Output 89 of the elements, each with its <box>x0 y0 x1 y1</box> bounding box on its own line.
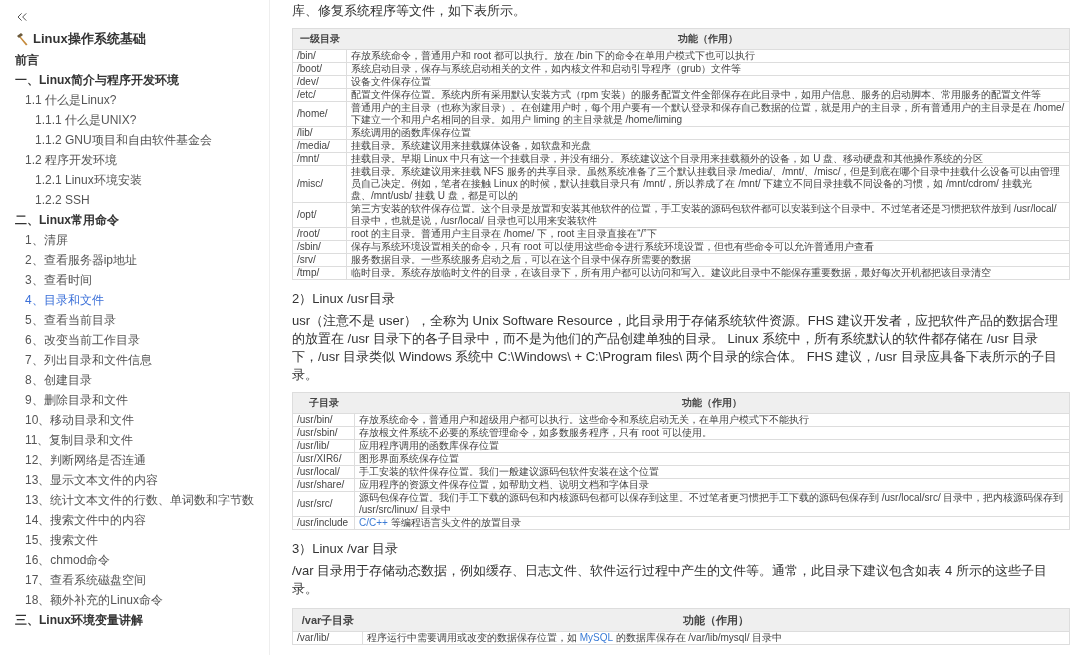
toc-item[interactable]: 5、查看当前目录 <box>0 310 269 330</box>
toc-item[interactable]: 1.2.1 Linux环境安装 <box>0 170 269 190</box>
table-cell-text: 应用程序调用的函数库保存位置 <box>359 440 499 451</box>
toc-item[interactable]: 9、删除目录和文件 <box>0 390 269 410</box>
toc-item[interactable]: 1.2 程序开发环境 <box>0 150 269 170</box>
table-cell-text: 设备文件保存位置 <box>351 76 431 87</box>
column-header: 一级目录 <box>299 33 341 45</box>
table-cell-text: 临时目录。系统存放临时文件的目录，在该目录下，所有用户都可以访问和写入。建议此目录中不能保存重要数据，最好每次开机都把该目录清空 <box>351 267 991 278</box>
toc-item[interactable]: 11、复制目录和文件 <box>0 430 269 450</box>
table-cell-text: 挂载目录。早期 Linux 中只有这一个挂载目录，并没有细分。系统建议这个目录用来挂载额外的设备，如 U 盘、移动硬盘和其他操作系统的分区 <box>351 153 984 164</box>
table-cell-text: /lib/ <box>297 127 313 139</box>
column-header: /var子目录 <box>300 614 356 626</box>
table-cell-text: /boot/ <box>297 63 323 75</box>
table-cell-text: /misc/ <box>297 178 324 190</box>
table-cell-text: 存放系统命令，普通用户和 root 都可以执行。放在 /bin 下的命令在单用户模式下也可以执行 <box>351 50 756 61</box>
table-cell-text: 存放系统命令，普通用户和超级用户都可以执行。这些命令和系统启动无关，在单用户模式下不能执行 <box>359 414 809 425</box>
toc-item[interactable]: 13、显示文本文件的内容 <box>0 470 269 490</box>
column-header: 功能（作用） <box>682 614 750 626</box>
table-cell-text: 程序运行中需要调用或改变的数据保存位置，如 MySQL 的数据库保存在 /var/lib/mysql/ 目录中 <box>367 632 783 643</box>
table-cell-text: /usr/sbin/ <box>297 427 338 439</box>
toc-item[interactable]: 1.1.2 GNU项目和自由软件基金会 <box>0 130 269 150</box>
table-cell-text: /mnt/ <box>297 153 320 165</box>
table-cell-text: 系统调用的函数库保存位置 <box>351 127 471 138</box>
table-cell-text: /usr/include <box>297 517 349 529</box>
toc-item[interactable]: 1.1 什么是Linux? <box>0 90 269 110</box>
link[interactable]: MySQL <box>579 632 613 643</box>
table-cell-text: /sbin/ <box>297 241 321 253</box>
hammer-icon <box>15 32 29 46</box>
link[interactable]: C/C++ <box>359 517 388 528</box>
table-cell-text: /home/ <box>297 108 328 120</box>
table-cell-text: C/C++ 等编程语言头文件的放置目录 <box>359 517 521 528</box>
paragraph: 库、修复系统程序等文件，如下表所示。 <box>292 2 527 20</box>
table-cell-text: 挂载目录。系统建议用来挂载 NFS 服务的共享目录。虽然系统准备了三个默认挂载目录 /media/、/mnt/、/misc/，但是到底在哪个目录中挂载什么设备可以由管理员自己决定。例如，笔者在接触 Linux 的时候，默认挂载目录只有 /mnt/，所以养成了在 /mnt/ 下建立不同目录挂载不同设备的习惯，如 /mnt/cdrom/ 挂载光盘、/mnt/usb/ 挂载 U 盘，都是可以的 <box>351 166 1061 201</box>
table-cell-text: /opt/ <box>297 209 317 221</box>
toc-item[interactable]: 17、查看系统磁盘空间 <box>0 570 269 590</box>
toc-item[interactable]: 7、列出目录和文件信息 <box>0 350 269 370</box>
toc-item[interactable]: 1.1.1 什么是UNIX? <box>0 110 269 130</box>
toc-item[interactable]: 18、额外补充的Linux命令 <box>0 590 269 610</box>
table-cell-text: 存放根文件系统不必要的系统管理命令，如多数服务程序，只有 root 可以使用。 <box>359 427 712 438</box>
table-cell-text: /var/lib/ <box>297 632 330 644</box>
section-heading: 2）Linux /usr目录 <box>292 290 396 308</box>
toc-item[interactable]: 13、统计文本文件的行数、单词数和字节数 <box>0 490 269 510</box>
toc-item[interactable]: 8、创建目录 <box>0 370 269 390</box>
table-cell-text: /usr/bin/ <box>297 414 333 426</box>
toc-item[interactable]: 二、Linux常用命令 <box>0 210 269 230</box>
toc-item[interactable]: 1.2.2 SSH <box>0 190 269 210</box>
toc-title: Linux操作系统基础 <box>33 30 146 49</box>
column-header: 功能（作用） <box>681 397 743 409</box>
table-cell-text: /root/ <box>297 228 320 240</box>
table-cell-text: /bin/ <box>297 50 316 62</box>
toc-item[interactable]: 前言 <box>0 50 269 70</box>
column-header: 功能（作用） <box>677 33 739 45</box>
toc-item[interactable]: 14、搜索文件中的内容 <box>0 510 269 530</box>
table-cell-text: 图形界面系统保存位置 <box>359 453 459 464</box>
toc-item[interactable]: 15、搜索文件 <box>0 530 269 550</box>
table-cell-text: /dev/ <box>297 76 319 88</box>
table-cell-text: 系统启动目录，保存与系统启动相关的文件，如内核文件和启动引导程序（grub）文件等 <box>351 63 741 74</box>
table-cell-text: /usr/share/ <box>297 479 345 491</box>
toc-item[interactable]: 4、目录和文件 <box>0 290 269 310</box>
section-heading: 3）Linux /var 目录 <box>292 540 400 558</box>
table-cell-text: 普通用户的主目录（也称为家目录）。在创建用户时，每个用户要有一个默认登录和保存自己数据的位置，就是用户的主目录，所有普通用户的主目录是在 /home/ 下建立一个和用户名相同的目录。如用户 liming 的主目录就是 /home/liming <box>351 102 1065 125</box>
column-header: 子目录 <box>308 397 340 409</box>
table-cell-text: /usr/local/ <box>297 466 340 478</box>
table-cell-text: /etc/ <box>297 89 316 101</box>
table-cell-text: 挂载目录。系统建议用来挂载媒体设备，如软盘和光盘 <box>351 140 591 151</box>
toc-item[interactable]: 6、改变当前工作目录 <box>0 330 269 350</box>
paragraph: /var 目录用于存储动态数据，例如缓存、日志文件、软件运行过程中产生的文件等。通常，此目录下建议包含如表 4 所示的这些子目录。 <box>292 562 1048 598</box>
paragraph: usr（注意不是 user），全称为 Unix Software Resource，此目录用于存储系统软件资源。FHS 建议开发者，应把软件产品的数据合理的放置在 /usr 目录下的各子目录中，而不是为他们的产品创建单独的目录。 Linux 系统中，所有系统默认的软件都存储在 /usr 目录下，/usr 目录类似 Windows 系统中 C:\Windows\ + C:\Program files\ 两个目录的综合体。 FHS 建议，/usr 目录应具备下表所示的子目录。 <box>292 312 1060 384</box>
toc-item[interactable]: 3、查看时间 <box>0 270 269 290</box>
table-cell-text: /usr/src/ <box>297 498 333 510</box>
toc-item[interactable]: 2、查看服务器ip地址 <box>0 250 269 270</box>
toc-item[interactable]: 1、清屏 <box>0 230 269 250</box>
table-cell-text: 应用程序的资源文件保存位置，如帮助文档、说明文档和字体目录 <box>359 479 649 490</box>
table-cell-text: /media/ <box>297 140 330 152</box>
table-cell-text: /usr/lib/ <box>297 440 330 452</box>
table-cell-text: /srv/ <box>297 254 316 266</box>
table-cell-text: /usr/XIR6/ <box>297 453 342 465</box>
table-cell-text: 源码包保存位置。我们手工下载的源码包和内核源码包都可以保存到这里。不过笔者更习惯把手工下载的源码包保存到 /usr/local/src/ 目录中，把内核源码保存到 /usr/src/linux/ 目录中 <box>359 492 1064 515</box>
toc-item[interactable]: 10、移动目录和文件 <box>0 410 269 430</box>
table-cell-text: /tmp/ <box>297 267 320 279</box>
toc-item[interactable]: 三、Linux环境变量讲解 <box>0 610 269 630</box>
table-cell-text: 服务数据目录。一些系统服务启动之后，可以在这个目录中保存所需要的数据 <box>351 254 691 265</box>
toc-item[interactable]: 12、判断网络是否连通 <box>0 450 269 470</box>
table-cell-text: root 的主目录。普通用户主目录在 /home/ 下，root 主目录直接在“/”下 <box>351 228 657 239</box>
toc-item[interactable]: 16、chmod命令 <box>0 550 269 570</box>
table-cell-text: 保存与系统环境设置相关的命令，只有 root 可以使用这些命令进行系统环境设置，但也有些命令可以允许普通用户查看 <box>351 241 874 252</box>
toc-item[interactable]: 一、Linux简介与程序开发环境 <box>0 70 269 90</box>
table-cell-text: 配置文件保存位置。系统内所有采用默认安装方式（rpm 安装）的服务配置文件全部保存在此目录中，如用户信息、服务的启动脚本、常用服务的配置文件等 <box>351 89 1041 100</box>
table-cell-text: 手工安装的软件保存位置。我们一般建议源码包软件安装在这个位置 <box>359 466 659 477</box>
